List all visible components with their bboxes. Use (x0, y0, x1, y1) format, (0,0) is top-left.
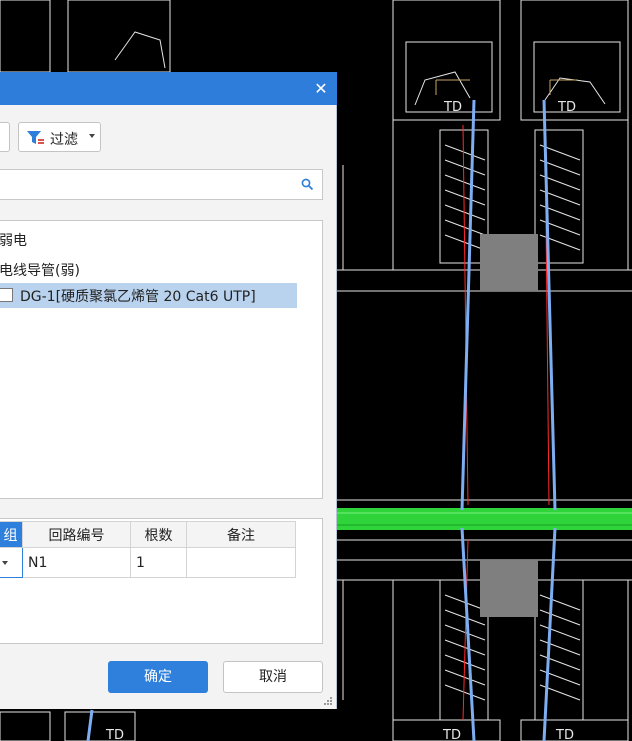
checkbox-icon[interactable] (0, 288, 13, 302)
cancel-button[interactable]: 取消 (223, 661, 323, 693)
tree-node-selected-row[interactable]: DG-1[硬质聚氯乙烯管 20 Cat6 UTP] (0, 283, 297, 308)
circuit-table: 组 回路编号 根数 备注 N1 1 (0, 521, 296, 578)
count-cell[interactable]: 1 (130, 547, 187, 578)
chevron-down-icon (89, 134, 95, 138)
filter-label: 过滤 (50, 132, 78, 148)
table-header[interactable]: 备注 (186, 521, 296, 548)
dialog-titlebar[interactable]: ✕ (0, 72, 337, 105)
cad-tag-label: TD (443, 100, 462, 115)
circuit-number-cell[interactable]: N1 (22, 547, 131, 578)
group-dropdown-cell[interactable] (0, 547, 23, 578)
search-field[interactable] (0, 169, 323, 200)
ok-button[interactable]: 确定 (108, 661, 208, 693)
search-input[interactable] (5, 174, 289, 196)
cad-tag-label: TD (105, 728, 124, 741)
remark-cell[interactable] (186, 547, 296, 578)
conduit-selection-dialog: ✕ 过滤 弱电 电线导管(弱) DG-1[硬质聚氯乙烯管 20 Cat6 UTP… (0, 72, 337, 709)
circuit-table-panel: 组 回路编号 根数 备注 N1 1 (0, 518, 323, 644)
table-header[interactable]: 根数 (130, 521, 187, 548)
toolbar-button[interactable] (0, 122, 10, 152)
close-icon[interactable]: ✕ (311, 79, 331, 99)
tree-node-conduit-weak[interactable]: 电线导管(弱) (0, 260, 80, 280)
cad-tag-label: TD (557, 100, 576, 115)
filter-funnel-icon (27, 131, 44, 144)
resize-grip-icon[interactable] (323, 696, 333, 706)
filter-dropdown-button[interactable]: 过滤 (18, 122, 101, 152)
table-header[interactable]: 组 (0, 521, 23, 548)
cad-tag-label: TD (555, 728, 574, 741)
table-row[interactable]: N1 1 (0, 547, 296, 578)
cad-tag-label: TD (442, 728, 461, 741)
tree-node-weak-current[interactable]: 弱电 (0, 230, 27, 250)
table-header[interactable]: 回路编号 (22, 521, 131, 548)
search-icon[interactable] (301, 178, 314, 191)
tree-node-dg1[interactable]: DG-1[硬质聚氯乙烯管 20 Cat6 UTP] (20, 286, 256, 306)
conduit-tree[interactable]: 弱电 电线导管(弱) DG-1[硬质聚氯乙烯管 20 Cat6 UTP] (0, 220, 323, 499)
chevron-down-icon[interactable] (2, 561, 8, 565)
